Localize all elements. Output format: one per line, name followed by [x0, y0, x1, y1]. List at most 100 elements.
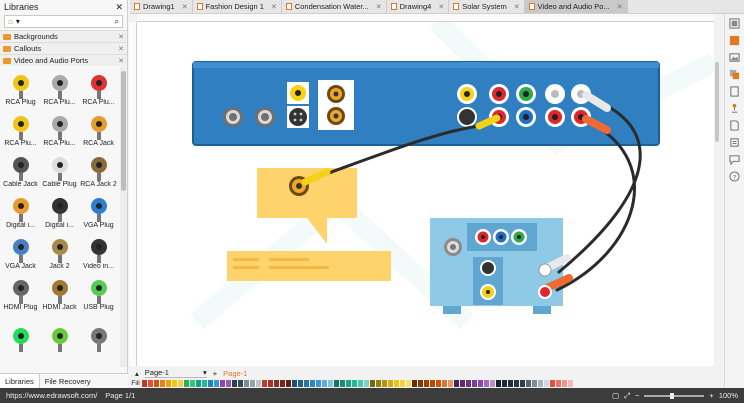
zoom-slider[interactable] [644, 392, 705, 399]
document-tab[interactable]: Drawing1 ✕ [130, 0, 193, 13]
category-close-icon[interactable]: ✕ [118, 57, 124, 65]
library-shape-item[interactable] [40, 313, 79, 354]
category-video-audio-ports[interactable]: Video and Audio Ports ✕ [0, 54, 127, 66]
dropdown-icon[interactable]: ▾ [16, 17, 20, 26]
close-tab-icon[interactable]: ✕ [617, 3, 623, 11]
library-shape-label: VGA Plug [83, 222, 114, 229]
add-page-button[interactable]: + [213, 369, 217, 378]
fill-icon[interactable] [729, 35, 740, 46]
color-swatch[interactable] [568, 379, 574, 387]
document-icon [285, 3, 292, 10]
library-shape-item[interactable] [1, 313, 40, 354]
library-shape-item[interactable]: RCA Plu... [1, 108, 40, 149]
category-close-icon[interactable]: ✕ [118, 33, 124, 41]
chevron-down-icon: ▾ [203, 368, 207, 377]
library-shape-item[interactable]: Jack 2 [40, 231, 79, 272]
digital-audio-jacks[interactable] [318, 80, 354, 130]
close-tab-icon[interactable]: ✕ [376, 3, 382, 11]
tab-file-recovery[interactable]: File Recovery [40, 374, 96, 388]
video-in-port[interactable] [223, 107, 243, 127]
shape-grid: RCA Plug RCA Plu... RCA Plu... RCA Plu... RC… [0, 67, 120, 367]
library-shape-item[interactable]: RCA Plug [1, 67, 40, 108]
library-shape-item[interactable]: HDMI Jack [40, 272, 79, 313]
library-shape-item[interactable]: RCA Plu... [40, 108, 79, 149]
home-icon[interactable]: ⌂ [8, 17, 13, 26]
page-select[interactable]: Page-1 ▾ [144, 368, 207, 378]
close-tab-icon[interactable]: ✕ [438, 3, 444, 11]
library-shape-item[interactable]: RCA Plu... [40, 67, 79, 108]
library-shape-item[interactable]: USB Plug [79, 272, 118, 313]
library-close-icon[interactable]: ✕ [115, 2, 123, 13]
document-tab[interactable]: Fashion Design 1 ✕ [193, 0, 282, 13]
fullscreen-icon[interactable]: ⤢ [624, 391, 630, 401]
library-shape-item[interactable]: Video in... [79, 231, 118, 272]
library-shape-item[interactable]: RCA Jack 2 [79, 149, 118, 190]
website-link[interactable]: https://www.edrawsoft.com/ [6, 391, 97, 400]
av-device[interactable] [192, 61, 660, 146]
collapse-icon[interactable]: ▴ [135, 369, 139, 378]
page-bar: ▴ Page-1 ▾ + Page-1 [129, 368, 724, 378]
drawing-canvas[interactable] [137, 22, 714, 366]
library-shape-item[interactable]: RCA Plu... [79, 67, 118, 108]
library-shape-label: RCA Plu... [43, 140, 76, 147]
document-tab[interactable]: Solar System ✕ [449, 0, 525, 13]
data-icon[interactable] [729, 137, 740, 148]
hierarchy-icon[interactable] [729, 103, 740, 114]
folder-icon [3, 57, 11, 64]
library-shape-item[interactable]: HDMI Plug [1, 272, 40, 313]
close-tab-icon[interactable]: ✕ [271, 3, 277, 11]
library-title: Libraries [4, 2, 39, 12]
library-shape-item[interactable]: Cable Plug [40, 149, 79, 190]
zoom-out-icon[interactable]: − [635, 391, 639, 400]
library-shape-item[interactable]: VGA Plug [79, 190, 118, 231]
library-shape-item[interactable]: VGA Jack [1, 231, 40, 272]
format-icon[interactable] [729, 18, 740, 29]
help-icon[interactable]: ? [729, 171, 740, 182]
page-icon[interactable] [729, 86, 740, 97]
close-tab-icon[interactable]: ✕ [182, 3, 188, 11]
color-palette: Fill [129, 379, 724, 387]
image-icon[interactable] [729, 52, 740, 63]
category-close-icon[interactable]: ✕ [118, 45, 124, 53]
s-video-icon [12, 328, 29, 352]
callout-text-box[interactable] [227, 251, 391, 281]
library-scrollbar[interactable] [120, 67, 127, 367]
category-callouts[interactable]: Callouts ✕ [0, 42, 127, 54]
library-tabs: Libraries File Recovery [0, 373, 128, 388]
library-search-box[interactable]: ⌂ ▾ ⌕ [4, 15, 123, 28]
close-tab-icon[interactable]: ✕ [514, 3, 520, 11]
library-shape-label: VGA Jack [5, 263, 36, 270]
category-backgrounds[interactable]: Backgrounds ✕ [0, 30, 127, 42]
library-shape-item[interactable] [79, 313, 118, 354]
document-tab[interactable]: Video and Audio Po... ✕ [524, 0, 628, 13]
fit-page-icon[interactable]: ▢ [612, 391, 619, 400]
category-label: Callouts [14, 44, 42, 53]
tab-libraries[interactable]: Libraries [0, 374, 40, 388]
library-shape-label: RCA Plug [5, 99, 36, 106]
document-tab[interactable]: Condensation Water... ✕ [282, 0, 387, 13]
zoom-in-icon[interactable]: + [709, 391, 713, 400]
page-select-value: Page-1 [144, 368, 169, 377]
rca-plug-3-icon [51, 116, 68, 140]
library-shape-label: Digital i... [45, 222, 74, 229]
document-tab[interactable]: Drawing4 ✕ [387, 0, 450, 13]
zoom-level: 100% [718, 391, 738, 400]
s-video-jack[interactable] [287, 106, 309, 128]
folder-icon [3, 33, 11, 40]
library-shape-item[interactable]: Digital i... [1, 190, 40, 231]
connector-icon [90, 328, 107, 352]
library-shape-item[interactable]: Digital i... [40, 190, 79, 231]
document-tabs: Drawing1 ✕ Fashion Design 1 ✕ Condensation W… [130, 0, 744, 14]
jack-2-icon [51, 239, 68, 263]
video-in-port-2[interactable] [255, 107, 275, 127]
layers-icon[interactable] [729, 69, 740, 80]
library-shape-item[interactable]: RCA Jack [79, 108, 118, 149]
yellow-rca-jack[interactable] [287, 82, 309, 104]
document-icon[interactable] [729, 120, 740, 131]
document-icon [528, 3, 535, 10]
library-shape-item[interactable]: Cable Jack [1, 149, 40, 190]
search-icon[interactable]: ⌕ [115, 17, 119, 27]
canvas-vertical-scrollbar[interactable] [714, 22, 721, 366]
comment-icon[interactable] [729, 154, 740, 165]
current-page-tab[interactable]: Page-1 [223, 369, 247, 378]
